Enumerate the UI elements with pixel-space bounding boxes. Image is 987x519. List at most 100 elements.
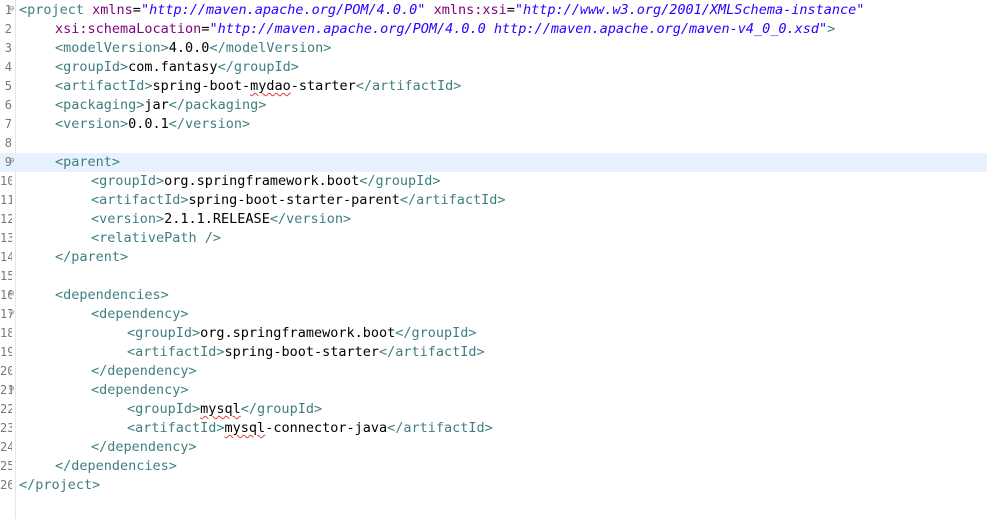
xml-tag: </groupId> bbox=[240, 401, 323, 417]
fold-collapse-icon[interactable]: ⊖ bbox=[9, 290, 17, 299]
xml-editor[interactable]: 1 ⊖ <project xmlns="http://maven.apache.or… bbox=[0, 0, 987, 519]
code-line[interactable]: 21 ⊖ <dependency> bbox=[0, 381, 987, 400]
code-line[interactable]: 6 <packaging>jar</packaging> bbox=[0, 96, 987, 115]
code-line[interactable]: 10 <groupId>org.springframework.boot</gro… bbox=[0, 172, 987, 191]
line-number: 23 bbox=[0, 421, 12, 435]
fold-collapse-icon[interactable]: ⊖ bbox=[9, 157, 17, 166]
xml-tag: <artifactId> bbox=[55, 78, 153, 94]
xml-text: mysql bbox=[224, 420, 266, 436]
xml-tag: </dependencies> bbox=[55, 458, 177, 474]
line-number: 5 bbox=[4, 79, 12, 93]
code-line[interactable]: 24 </dependency> bbox=[0, 438, 987, 457]
code-line[interactable]: 17 ⊖ <dependency> bbox=[0, 305, 987, 324]
line-number: 6 bbox=[4, 98, 12, 112]
code-line[interactable]: 9 ⊖ <parent> bbox=[0, 153, 987, 172]
line-number: 2 bbox=[4, 22, 12, 36]
code-text: xsi:schemaLocation="http://maven.apache.… bbox=[55, 20, 835, 39]
code-line[interactable]: 22 <groupId>mysql</groupId> bbox=[0, 400, 987, 419]
xml-tag: <artifactId> bbox=[127, 420, 225, 436]
xml-tag: </groupId> bbox=[359, 173, 441, 189]
xml-text: org.springframework.boot bbox=[200, 325, 396, 341]
code-line[interactable]: 18 <groupId>org.springframework.boot</gro… bbox=[0, 324, 987, 343]
xml-tag: </project> bbox=[19, 477, 101, 493]
xml-tag: <groupId> bbox=[127, 325, 201, 341]
xml-text: -starter bbox=[290, 78, 356, 94]
xml-attribute-value: "http://www.w3.org/2001/XMLSchema-instan… bbox=[514, 2, 865, 18]
code-line[interactable]: 12 <version>2.1.1.RELEASE</version> bbox=[0, 210, 987, 229]
line-number: 14 bbox=[0, 250, 12, 264]
code-text: <parent> bbox=[55, 153, 120, 172]
xml-tag: </modelVersion> bbox=[209, 40, 332, 56]
line-number: 24 bbox=[0, 440, 12, 454]
code-line[interactable]: 23 <artifactId>mysql-connector-java</arti… bbox=[0, 419, 987, 438]
code-text: <relativePath /> bbox=[91, 229, 221, 248]
xml-text: = bbox=[132, 2, 141, 18]
code-line[interactable]: 14 </parent> bbox=[0, 248, 987, 267]
code-text: </dependency> bbox=[91, 438, 197, 457]
code-line[interactable]: 1 ⊖ <project xmlns="http://maven.apache.or… bbox=[0, 1, 987, 20]
code-text: </project> bbox=[19, 476, 100, 495]
code-line[interactable]: 19 <artifactId>spring-boot-starter</artif… bbox=[0, 343, 987, 362]
xml-tag: <artifactId> bbox=[127, 344, 225, 360]
code-line[interactable]: 4 <groupId>com.fantasy</groupId> bbox=[0, 58, 987, 77]
xml-tag: <relativePath /> bbox=[91, 230, 222, 246]
code-text: <artifactId>mysql-connector-java</artifa… bbox=[127, 419, 493, 438]
xml-tag: <dependency> bbox=[91, 306, 189, 322]
line-number: 22 bbox=[0, 402, 12, 416]
line-number: 3 bbox=[4, 41, 12, 55]
xml-tag: <dependencies> bbox=[55, 287, 169, 303]
line-number: 11 bbox=[0, 193, 12, 207]
code-line[interactable]: 13 <relativePath /> bbox=[0, 229, 987, 248]
xml-text: 4.0.0 bbox=[168, 40, 210, 56]
xml-attribute-value: "http://maven.apache.org/POM/4.0.0" bbox=[140, 2, 426, 18]
xml-attribute: xmlns bbox=[92, 2, 133, 18]
code-line[interactable]: 26 </project> bbox=[0, 476, 987, 495]
line-number: 8 bbox=[4, 136, 12, 150]
xml-tag: <groupId> bbox=[91, 173, 165, 189]
code-line[interactable]: 20 </dependency> bbox=[0, 362, 987, 381]
xml-tag: <version> bbox=[91, 211, 165, 227]
code-line[interactable]: 3 <modelVersion>4.0.0</modelVersion> bbox=[0, 39, 987, 58]
xml-tag: </version> bbox=[269, 211, 352, 227]
code-text: </parent> bbox=[55, 248, 128, 267]
code-text: <version>0.0.1</version> bbox=[55, 115, 250, 134]
xml-text: com.fantasy bbox=[128, 59, 218, 75]
xml-tag: <version> bbox=[55, 116, 129, 132]
code-line[interactable]: 8 bbox=[0, 134, 987, 153]
code-line[interactable]: 15 bbox=[0, 267, 987, 286]
code-line[interactable]: 2 xsi:schemaLocation="http://maven.apache… bbox=[0, 20, 987, 39]
xml-tag: <modelVersion> bbox=[55, 40, 169, 56]
xml-tag: </version> bbox=[168, 116, 251, 132]
line-number: 19 bbox=[0, 345, 12, 359]
code-line[interactable]: 25 </dependencies> bbox=[0, 457, 987, 476]
code-line[interactable]: 5 <artifactId>spring-boot-mydao-starter</… bbox=[0, 77, 987, 96]
xml-tag: </packaging> bbox=[168, 97, 267, 113]
fold-collapse-icon[interactable]: ⊖ bbox=[9, 385, 17, 394]
code-line[interactable]: 16 ⊖ <dependencies> bbox=[0, 286, 987, 305]
xml-text: jar bbox=[144, 97, 169, 113]
code-text: <dependency> bbox=[91, 381, 189, 400]
code-line[interactable]: 11 <artifactId>spring-boot-starter-parent… bbox=[0, 191, 987, 210]
xml-tag: </artifactId> bbox=[378, 344, 485, 360]
xml-tag: </groupId> bbox=[217, 59, 299, 75]
xml-tag: </groupId> bbox=[395, 325, 477, 341]
code-line[interactable]: 7 <version>0.0.1</version> bbox=[0, 115, 987, 134]
code-text: <version>2.1.1.RELEASE</version> bbox=[91, 210, 351, 229]
xml-text: spring-boot-starter-parent bbox=[188, 192, 400, 208]
code-text: <dependency> bbox=[91, 305, 189, 324]
xml-tag: <groupId> bbox=[55, 59, 129, 75]
xml-tag: <project bbox=[19, 2, 93, 18]
xml-tag: <parent> bbox=[55, 154, 121, 170]
line-number: 20 bbox=[0, 364, 12, 378]
line-number: 12 bbox=[0, 212, 12, 226]
fold-collapse-icon[interactable]: ⊖ bbox=[9, 309, 17, 318]
code-text: <groupId>org.springframework.boot</group… bbox=[127, 324, 477, 343]
code-text: <modelVersion>4.0.0</modelVersion> bbox=[55, 39, 331, 58]
xml-attribute-value: "http://maven.apache.org/POM/4.0.0 http:… bbox=[209, 21, 828, 37]
xml-text: 2.1.1.RELEASE bbox=[164, 211, 270, 227]
code-text: </dependency> bbox=[91, 362, 197, 381]
xml-tag: <artifactId> bbox=[91, 192, 189, 208]
fold-collapse-icon[interactable]: ⊖ bbox=[9, 5, 17, 14]
code-text: <groupId>mysql</groupId> bbox=[127, 400, 322, 419]
xml-tag: <groupId> bbox=[127, 401, 201, 417]
